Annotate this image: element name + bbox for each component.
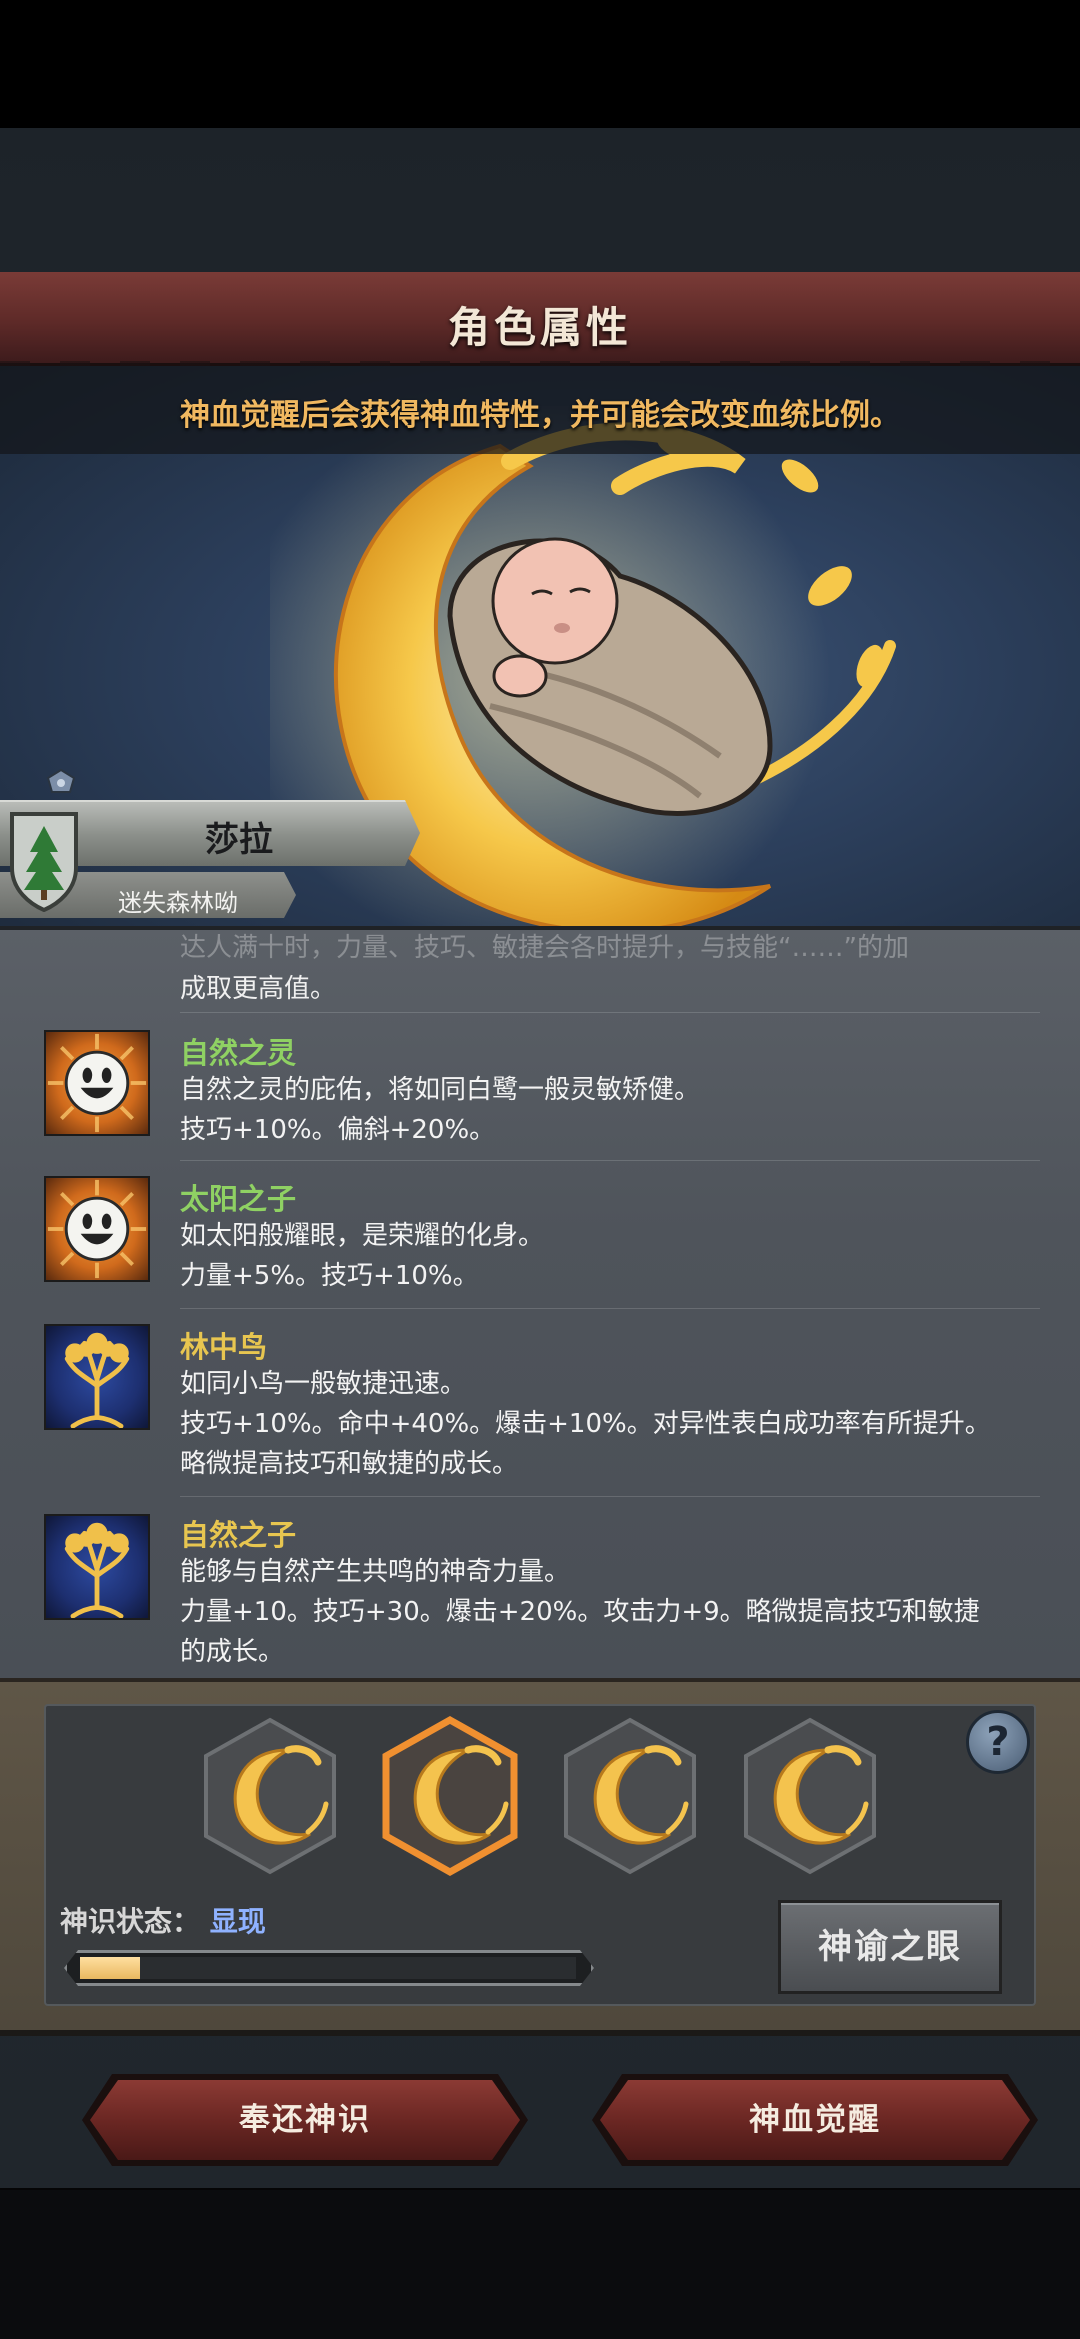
moon-branch-slot-1[interactable] — [200, 1716, 340, 1876]
trait-name: 太阳之子 — [180, 1182, 297, 1216]
trait-description: 自然之灵的庇佑，将如同白鹭一般灵敏矫健。 技巧+10%。偏斜+20%。 — [180, 1075, 701, 1145]
pine-tree-shield-icon — [10, 812, 78, 912]
help-button[interactable]: ? — [966, 1710, 1030, 1774]
godsense-progress-fill — [80, 1957, 140, 1979]
title-banner: 角色属性 — [0, 272, 1080, 371]
moon-branch-slot-3[interactable] — [560, 1716, 700, 1876]
godsense-status: 神识状态： 显现 — [60, 1900, 266, 1940]
trait-name: 林中鸟 — [180, 1330, 268, 1364]
hint-strip: 神血觉醒后会获得神血特性，并可能会改变血统比例。 — [0, 366, 1080, 454]
trait-separator — [180, 1012, 1040, 1013]
trait-continuation: 成取更高值。 — [180, 974, 337, 1004]
awakening-hint: 神血觉醒后会获得神血特性，并可能会改变血统比例。 — [180, 398, 900, 433]
moon-branch-slot-4[interactable] — [740, 1716, 880, 1876]
trait-name: 自然之灵 — [180, 1036, 297, 1070]
status-bar-area — [0, 0, 1080, 128]
return-godsense-button[interactable]: 奉还神识 — [90, 2080, 520, 2160]
godsense-status-label: 神识状态： — [60, 1905, 201, 1938]
golden-tree-icon — [44, 1514, 150, 1620]
smiley-sun-icon — [44, 1176, 150, 1282]
character-name: 莎拉 — [205, 820, 273, 860]
oracle-eye-button[interactable]: 神谕之眼 — [778, 1900, 1002, 1994]
moon-branch-slot-2[interactable] — [380, 1716, 520, 1876]
trait-faded-text: 达人满十时，力量、技巧、敏捷会各时提升，与技能“……”的加 — [180, 933, 909, 963]
bottom-safe-area — [0, 2190, 1080, 2339]
smiley-sun-icon — [44, 1030, 150, 1136]
trait-description: 能够与自然产生共鸣的神奇力量。 力量+10。技巧+30。爆击+20%。攻击力+9… — [180, 1557, 980, 1667]
godsense-progress-bg — [80, 1957, 576, 1979]
trait-name: 自然之子 — [180, 1518, 297, 1552]
trait-separator — [180, 1496, 1040, 1497]
golden-tree-icon — [44, 1324, 150, 1430]
trait-description: 如同小鸟一般敏捷迅速。 技巧+10%。命中+40%。爆击+10%。对异性表白成功… — [180, 1369, 991, 1479]
page-title: 角色属性 — [447, 303, 632, 352]
trait-separator — [180, 1160, 1040, 1161]
character-lineage: 迷失森林呦 — [118, 889, 238, 917]
trait-description: 如太阳般耀眼，是荣耀的化身。 力量+5%。技巧+10%。 — [180, 1221, 545, 1291]
trait-separator — [180, 1308, 1040, 1309]
blood-awaken-button[interactable]: 神血觉醒 — [600, 2080, 1030, 2160]
crown-icon — [46, 768, 76, 793]
godsense-status-value: 显现 — [209, 1905, 266, 1938]
